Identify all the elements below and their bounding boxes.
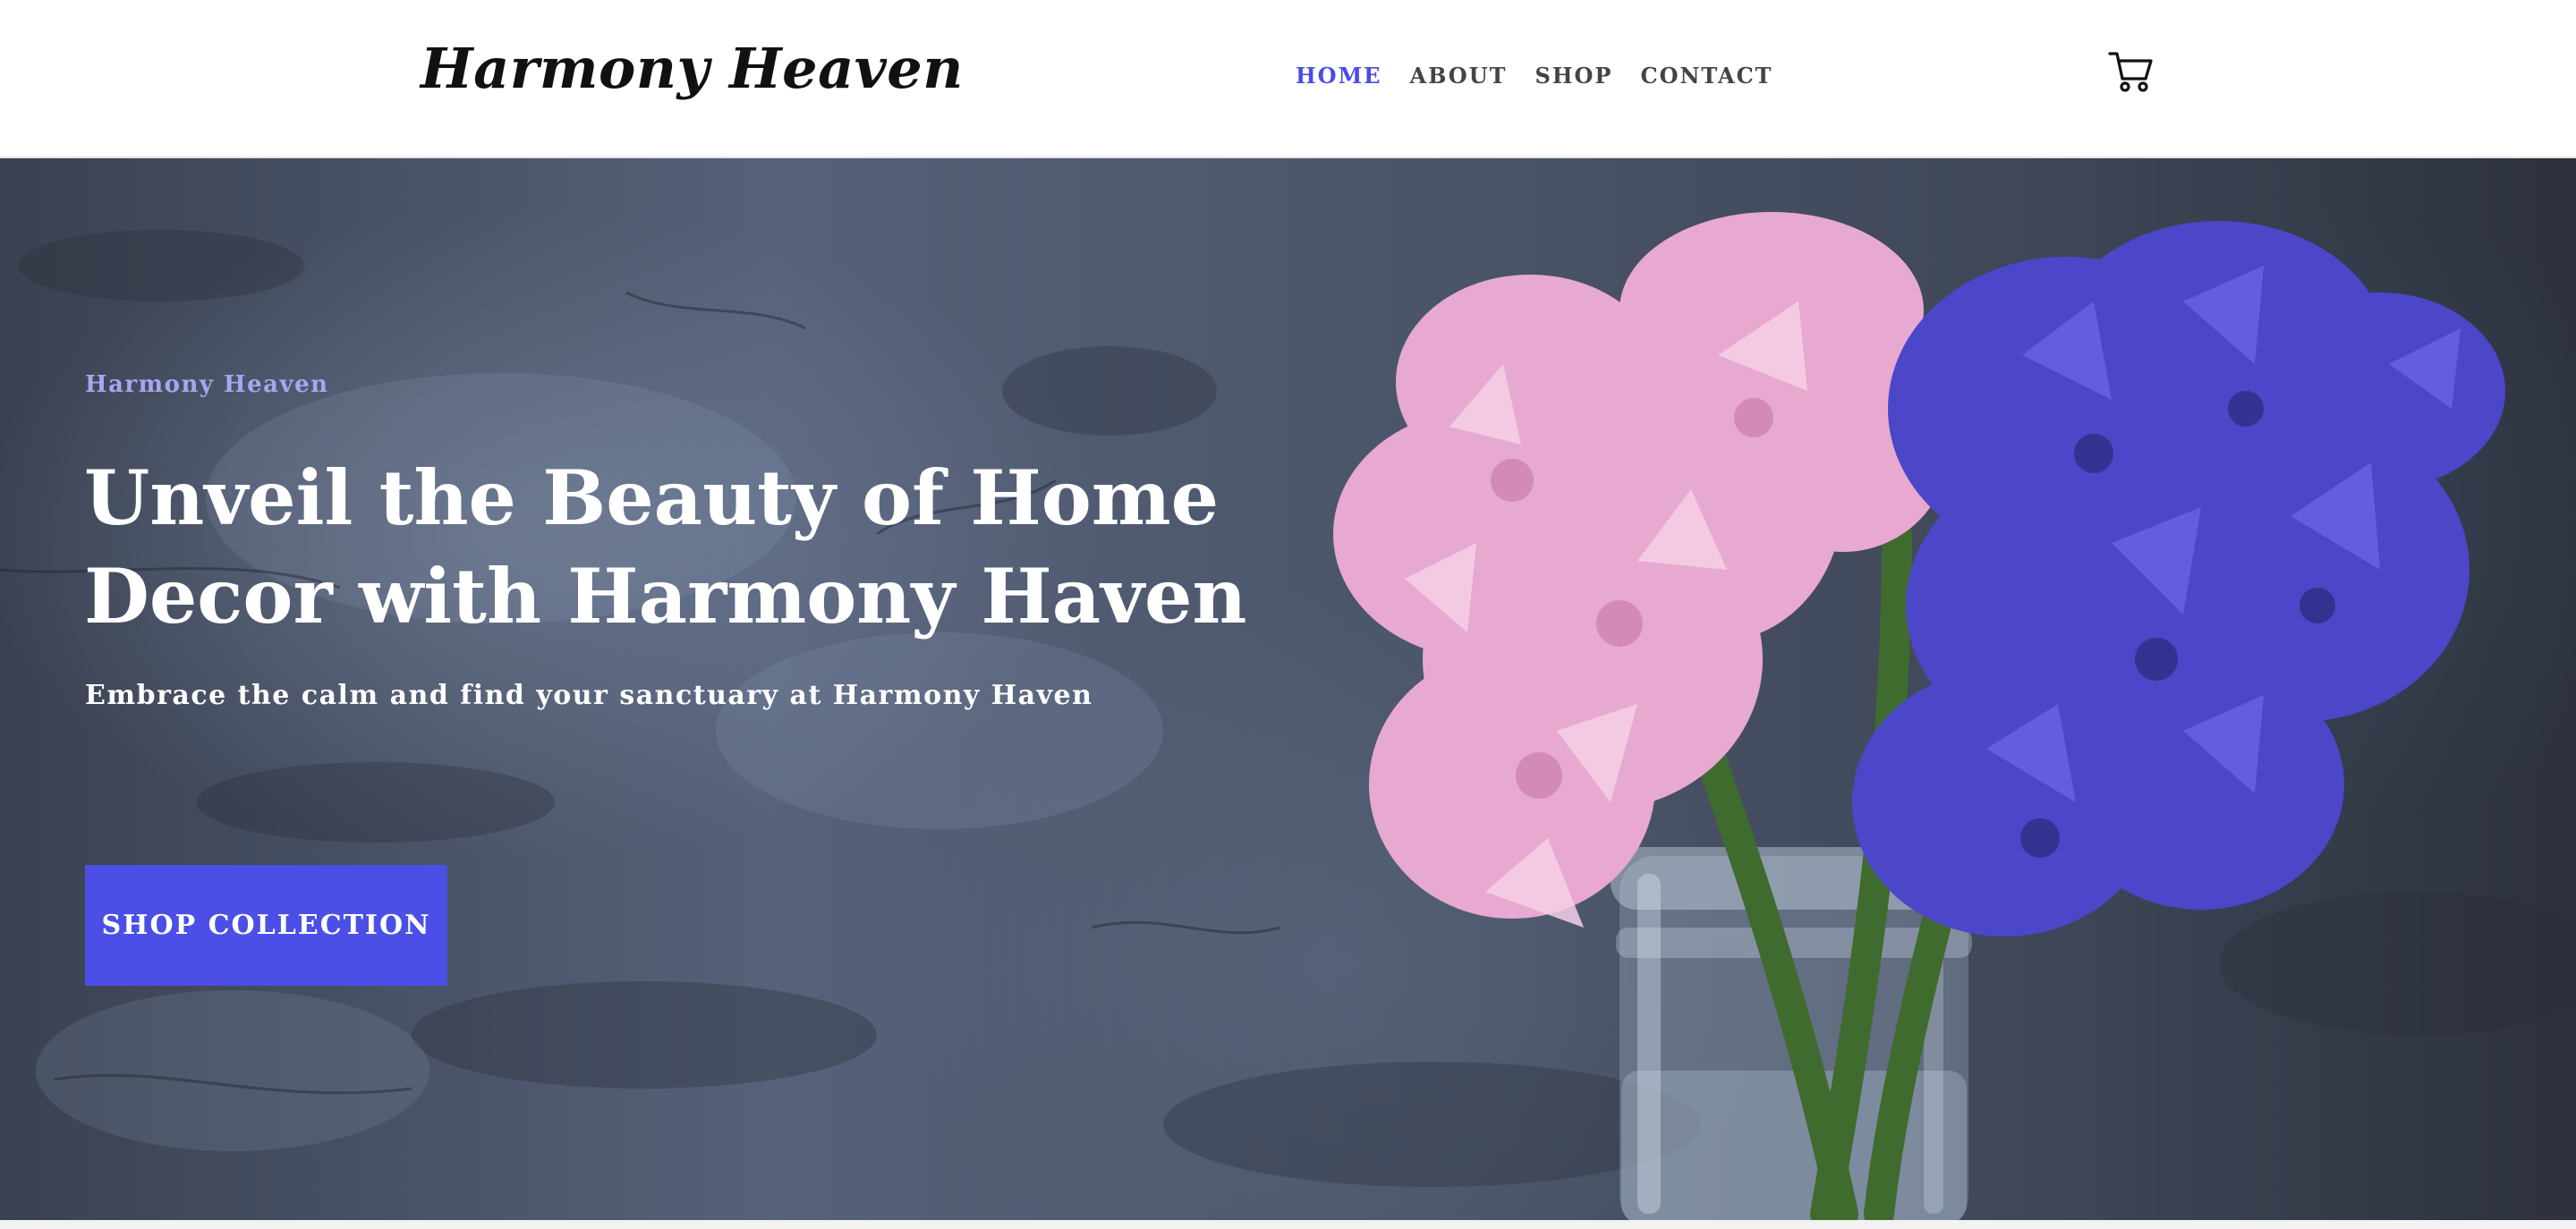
nav-contact[interactable]: CONTACT [1640, 63, 1773, 89]
main-nav: HOME ABOUT SHOP CONTACT [1296, 63, 1773, 89]
hero-headline-line-1: Unveil the Beauty of Home [84, 453, 1220, 542]
shop-collection-button[interactable]: SHOP COLLECTION [85, 865, 447, 986]
cart-button[interactable] [2106, 47, 2156, 97]
nav-shop[interactable]: SHOP [1535, 63, 1613, 89]
brand-logo[interactable]: Harmony Heaven [421, 36, 964, 101]
hero-banner: Harmony Heaven Unveil the Beauty of Home… [0, 158, 2576, 1220]
page-bottom-edge [0, 1220, 2576, 1229]
site-header: Harmony Heaven HOME ABOUT SHOP CONTACT [0, 0, 2576, 158]
shopping-cart-icon [2108, 52, 2153, 92]
hero-headline: Unveil the Beauty of Home Decor with Har… [84, 449, 1265, 646]
hero-headline-line-2: Decor with Harmony Haven [84, 552, 1247, 640]
nav-home[interactable]: HOME [1296, 63, 1382, 89]
nav-about[interactable]: ABOUT [1409, 63, 1507, 89]
hero-subline: Embrace the calm and find your sanctuary… [85, 680, 1093, 711]
hero-eyebrow: Harmony Heaven [85, 371, 329, 398]
hyacinth-bouquet-image [1333, 212, 2505, 1220]
